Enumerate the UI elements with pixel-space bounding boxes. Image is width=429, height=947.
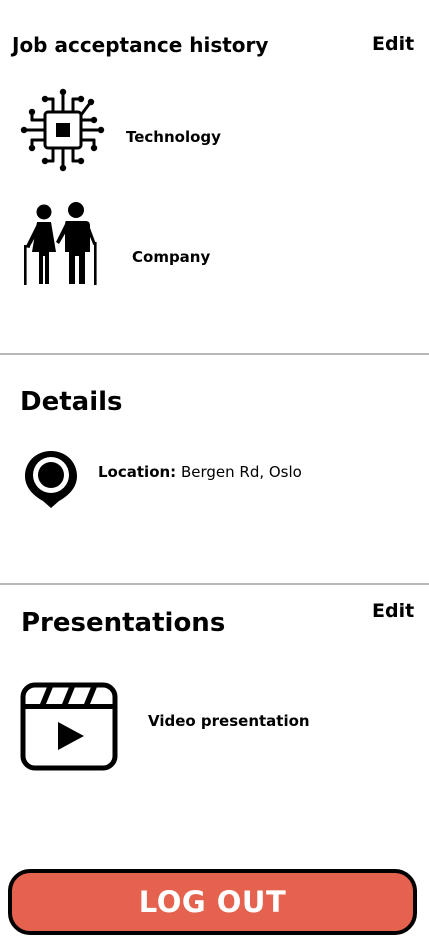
location-label: Location:: [98, 463, 177, 481]
item-label-video-presentation[interactable]: Video presentation: [148, 712, 310, 730]
map-pin-icon: [22, 448, 80, 510]
location-value: Bergen Rd, Oslo: [180, 463, 302, 481]
location-row: Location: Bergen Rd, Oslo: [98, 463, 302, 481]
section-divider: [0, 583, 429, 585]
cpu-chip-icon: [20, 87, 106, 173]
item-label-technology: Technology: [126, 128, 221, 146]
presentations-title: Presentations: [21, 608, 226, 638]
presentations-edit-button[interactable]: Edit: [372, 600, 414, 622]
details-title: Details: [20, 387, 123, 417]
elderly-couple-icon: [18, 200, 100, 288]
job-history-title: Job acceptance history: [12, 33, 269, 57]
logout-label: LOG OUT: [138, 885, 287, 919]
video-clapper-icon[interactable]: [20, 682, 118, 772]
item-label-company: Company: [132, 248, 211, 266]
job-history-edit-button[interactable]: Edit: [372, 33, 414, 55]
section-divider: [0, 353, 429, 355]
logout-button[interactable]: LOG OUT: [8, 869, 417, 935]
